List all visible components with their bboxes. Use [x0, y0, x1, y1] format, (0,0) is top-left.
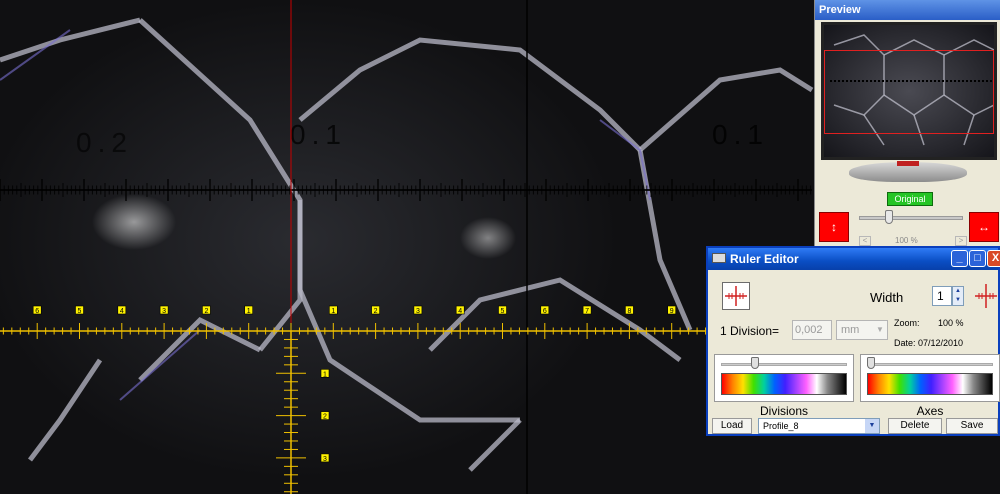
spin-down-icon: ▼	[955, 297, 961, 303]
load-button[interactable]: Load	[712, 418, 752, 434]
division-ruler-button[interactable]	[722, 282, 750, 310]
scale-label-center: 0.1	[290, 119, 347, 150]
preview-monitor	[819, 22, 997, 186]
chevron-down-icon: ▼	[876, 325, 884, 334]
ruler-badge: 8	[625, 305, 634, 315]
yellow-ruler[interactable]	[0, 323, 707, 494]
svg-text:2: 2	[204, 308, 208, 315]
svg-text:3: 3	[323, 456, 327, 463]
ruler-badge: 3	[320, 453, 330, 463]
svg-text:1: 1	[331, 308, 335, 315]
svg-text:2: 2	[374, 308, 378, 315]
zoom-label: Zoom:	[894, 318, 920, 328]
zoom-slider-track[interactable]	[859, 216, 963, 220]
spin-up-icon: ▲	[955, 288, 961, 294]
ruler-app-icon	[712, 253, 726, 263]
profile-value: Profile_8	[763, 421, 799, 431]
cell-boundaries	[0, 17, 814, 472]
scale-bar	[0, 179, 812, 201]
svg-text:4: 4	[458, 308, 462, 315]
ruler-badge: 9	[667, 305, 677, 315]
zoom-out-button[interactable]: <	[859, 236, 871, 246]
zoom-slider-thumb[interactable]	[885, 210, 893, 224]
arrows-horizontal-icon: ↔	[978, 220, 990, 234]
svg-text:9: 9	[670, 308, 674, 315]
svg-text:1: 1	[323, 371, 327, 378]
preview-window: Preview Original ↕ < 100 % > ↔	[814, 0, 1000, 248]
axes-slider-track[interactable]	[867, 363, 993, 366]
ruler-badge: 5	[498, 305, 507, 315]
divisions-slider-thumb[interactable]	[751, 357, 759, 369]
axes-color-spectrum[interactable]	[867, 373, 993, 395]
ruler-badge: 4	[455, 305, 465, 315]
editor-title: Ruler Editor	[730, 252, 799, 266]
unit-select[interactable]: mm ▼	[836, 320, 888, 340]
preview-title: Preview	[815, 0, 1000, 20]
preview-viewport-rect[interactable]	[824, 50, 994, 134]
unit-value: mm	[841, 324, 860, 336]
editor-titlebar[interactable]: Ruler Editor _ □ X	[708, 248, 1000, 270]
svg-text:2: 2	[323, 414, 327, 421]
scale-label-right: 0.1	[712, 119, 769, 150]
width-label: Width	[870, 290, 904, 305]
zoom-in-button[interactable]: >	[955, 236, 967, 246]
width-input[interactable]: 1	[932, 286, 952, 306]
ruler-badge: 5	[75, 305, 84, 315]
svg-text:6: 6	[35, 308, 39, 315]
chevron-down-icon: ▼	[865, 419, 879, 433]
ruler-axis-icon	[975, 284, 997, 308]
arrows-vertical-icon: ↕	[831, 220, 837, 234]
svg-text:8: 8	[627, 308, 631, 315]
ruler-badge: 2	[371, 305, 380, 315]
maximize-button[interactable]: □	[969, 250, 986, 267]
svg-text:1: 1	[247, 308, 251, 315]
svg-text:3: 3	[416, 308, 420, 315]
ruler-badge: 2	[202, 305, 211, 315]
axes-slider-thumb[interactable]	[867, 357, 875, 369]
ruler-badge: 4	[117, 305, 127, 315]
divisions-color-panel	[714, 354, 854, 402]
close-button[interactable]: X	[987, 250, 1000, 267]
move-horizontal-button[interactable]: ↔	[969, 212, 999, 242]
ruler-badge: 6	[540, 305, 550, 315]
editor-bottom-bar: Load Profile_8 ▼ Delete Save	[708, 418, 998, 436]
divisions-slider-track[interactable]	[721, 363, 847, 366]
ruler-badge: 1	[328, 305, 338, 315]
move-vertical-button[interactable]: ↕	[819, 212, 849, 242]
svg-text:5: 5	[501, 308, 505, 315]
axes-label: Axes	[916, 404, 944, 418]
delete-button[interactable]: Delete	[888, 418, 942, 434]
svg-text:6: 6	[543, 308, 547, 315]
ruler-badge: 6	[32, 305, 42, 315]
division-label: 1 Division=	[720, 324, 780, 338]
svg-text:5: 5	[78, 308, 82, 315]
original-button[interactable]: Original	[887, 192, 933, 206]
profile-select[interactable]: Profile_8 ▼	[758, 418, 880, 434]
svg-text:3: 3	[162, 308, 166, 315]
ruler-badge: 7	[582, 305, 592, 315]
ruler-badge: 2	[320, 411, 330, 421]
ruler-badge: 1	[244, 305, 253, 315]
ruler-crosshair-icon	[725, 286, 747, 306]
monitor-logo	[897, 161, 919, 166]
save-button[interactable]: Save	[946, 418, 998, 434]
axes-color-panel	[860, 354, 1000, 402]
scale-label-left: 0.2	[76, 127, 133, 158]
zoom-readout: 100 %	[895, 236, 918, 245]
svg-text:7: 7	[585, 308, 589, 315]
svg-text:4: 4	[120, 308, 124, 315]
ruler-badge: 1	[320, 368, 330, 378]
ruler-badge: 3	[413, 305, 423, 315]
zoom-value: 100 %	[938, 318, 964, 328]
ruler-editor-window: Ruler Editor _ □ X Width 1 ▲ ▼ 1 Divisio…	[706, 246, 1000, 436]
minimize-button[interactable]: _	[951, 250, 968, 267]
ruler-badges: 6 5 4 3 2 1 1 2 3 4 5 6 7 8 9 1 2 3	[32, 305, 677, 463]
divisions-color-spectrum[interactable]	[721, 373, 847, 395]
axis-ruler-button[interactable]	[974, 282, 998, 310]
ruler-badge: 3	[159, 305, 169, 315]
width-spinner[interactable]: ▲ ▼	[952, 286, 964, 306]
date-text: Date: 07/12/2010	[894, 338, 964, 348]
divisions-label: Divisions	[759, 404, 808, 418]
division-value-input[interactable]: 0,002	[792, 320, 832, 340]
